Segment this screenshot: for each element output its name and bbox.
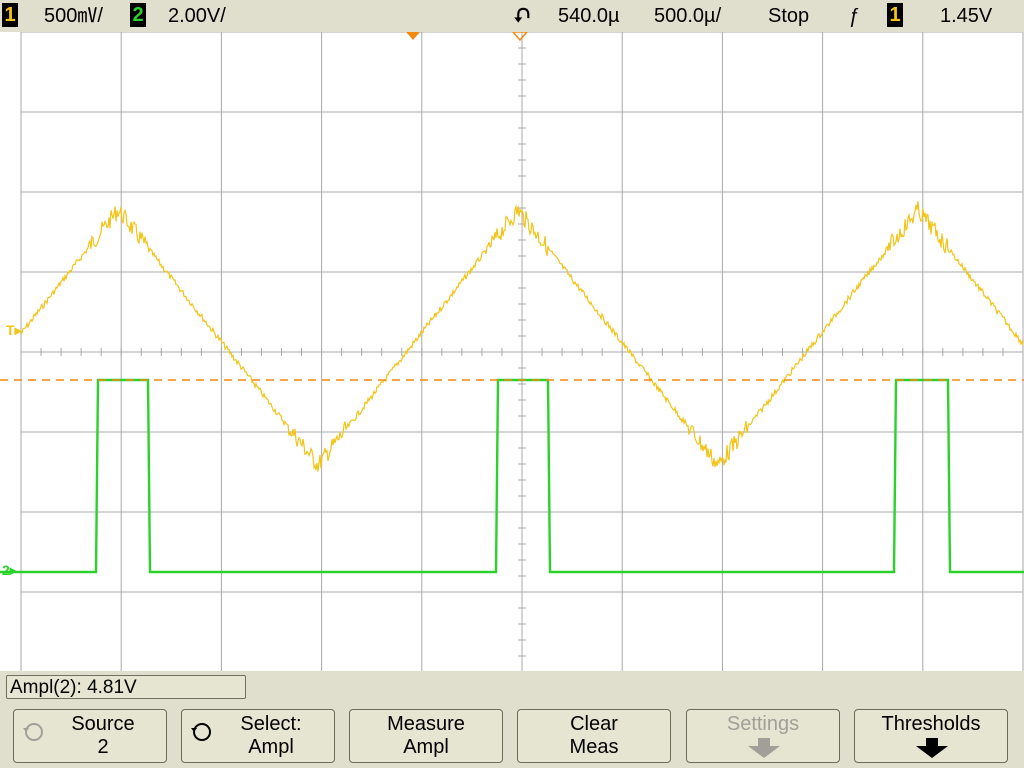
down-arrow-icon — [916, 738, 948, 758]
settings-softkey[interactable]: Settings — [686, 709, 840, 763]
softkey-value: Ampl — [248, 736, 294, 758]
clear-meas-softkey[interactable]: Clear Meas — [517, 709, 671, 763]
time-delay: 540.0µ — [558, 5, 620, 27]
softkey-label: Source — [71, 713, 135, 735]
ch1-scale: 500㎷/ — [44, 5, 103, 27]
ch2-waveform — [0, 378, 1024, 574]
time-scale: 500.0µ/ — [654, 5, 722, 27]
run-state[interactable]: Stop — [768, 3, 809, 29]
down-arrow-icon — [748, 738, 780, 758]
trigger-level: 1.45V — [940, 5, 993, 27]
softkey-label: Select: — [240, 713, 302, 735]
trigger-level-marker[interactable]: T▸ — [6, 322, 22, 339]
softkey-value: 2 — [97, 736, 109, 758]
softkey-value: Ampl — [403, 736, 449, 758]
ch2-scale: 2.00V/ — [168, 5, 226, 27]
ch2-ground-marker[interactable]: 2▸ — [2, 562, 17, 579]
source-softkey[interactable]: Source 2 — [13, 709, 167, 763]
ch1-indicator[interactable]: 1 — [2, 3, 18, 27]
trigger-slope-icon: ƒ — [848, 5, 860, 27]
delay-marker — [512, 32, 528, 42]
graticule-grid — [20, 32, 1024, 671]
softkey-label: Thresholds — [881, 713, 981, 735]
trigger-source: 1 — [887, 3, 903, 27]
measurement-readout: Ampl(2): 4.81V — [6, 675, 246, 699]
status-bar: 1 500㎷/ 2 2.00V/ ⮏ 540.0µ 500.0µ/ Stop ƒ… — [0, 0, 1024, 32]
softkey-area: Ampl(2): 4.81V Source 2 Select: Ampl Mea… — [0, 671, 1024, 768]
select-softkey[interactable]: Select: Ampl — [181, 709, 335, 763]
softkey-label: Measure — [387, 713, 465, 735]
softkey-label: Clear — [570, 713, 618, 735]
trigger-delay-icon: ⮏ — [514, 5, 531, 27]
waveform-display: T▸ 2▸ — [0, 32, 1024, 671]
softkey-value: Meas — [569, 736, 619, 758]
softkey-label: Settings — [726, 713, 800, 735]
ch2-indicator[interactable]: 2 — [130, 3, 146, 27]
thresholds-softkey[interactable]: Thresholds — [854, 709, 1008, 763]
trigger-position-marker — [406, 32, 420, 40]
measure-softkey[interactable]: Measure Ampl — [349, 709, 503, 763]
waveform-graticule — [0, 32, 1024, 671]
